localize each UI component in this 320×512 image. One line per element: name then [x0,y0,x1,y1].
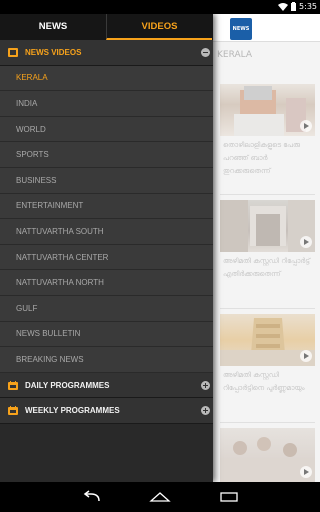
video-card[interactable]: അഴിമതി കസ്റ്റഡി റിപ്പോർട്ടിനെ പുർണ്ണമായു… [220,314,315,395]
drawer-menu: NEWS VIDEOS KERALA INDIA WORLD SPORTS BU… [0,40,213,424]
video-thumbnail [220,314,315,366]
menu-item-nattuvartha-center[interactable]: NATTUVARTHA CENTER [0,244,213,271]
status-time: 5:35 [299,2,317,11]
menu-group-label: NEWS VIDEOS [25,47,82,57]
menu-group-news-videos[interactable]: NEWS VIDEOS [0,40,213,66]
back-icon[interactable] [81,489,103,505]
menu-item-nattuvartha-south[interactable]: NATTUVARTHA SOUTH [0,219,213,245]
background-content: NEWS KERALA തൊഴിലാളികളുടെ പേരു പറഞ്ഞ് ബാ… [213,14,320,482]
menu-item-news-bulletin[interactable]: NEWS BULLETIN [0,321,213,348]
recents-icon[interactable] [218,489,240,505]
calendar-icon [8,380,18,390]
app-logo: NEWS [230,18,252,40]
play-icon[interactable] [300,466,312,478]
menu-item-kerala[interactable]: KERALA [0,65,213,92]
app-screen: 5:35 NEWS KERALA തൊഴിലാളികളുടെ പേരു പറഞ്… [0,0,320,512]
play-icon[interactable] [300,350,312,362]
expand-icon[interactable] [201,406,210,416]
video-caption: തൊഴിലാളികളുടെ പേരു പറഞ്ഞ് ബാർ തുറക്കരുതെ… [223,141,300,175]
video-card[interactable]: അഴിമതി കസ്റ്റഡി റിപ്പോർട്ട് എതിർക്കരുതെന… [220,200,315,281]
menu-group-daily-programmes[interactable]: DAILY PROGRAMMES [0,372,213,399]
menu-item-breaking-news[interactable]: BREAKING NEWS [0,347,213,373]
expand-icon[interactable] [201,380,210,390]
menu-group-weekly-programmes[interactable]: WEEKLY PROGRAMMES [0,398,213,424]
card-divider [220,422,315,423]
home-icon[interactable] [149,489,171,505]
menu-item-entertainment[interactable]: ENTERTAINMENT [0,193,213,220]
menu-item-sports[interactable]: SPORTS [0,142,213,168]
wifi-icon [278,2,289,11]
video-thumbnail [220,200,315,252]
background-section-title: KERALA [217,50,253,60]
menu-item-business[interactable]: BUSINESS [0,167,213,194]
tab-videos[interactable]: VIDEOS [106,14,212,40]
video-caption: അഴിമതി കസ്റ്റഡി റിപ്പോർട്ട് എതിർക്കരുതെന… [223,257,310,278]
drawer-tab-bar: NEWS VIDEOS [0,14,213,40]
tab-news[interactable]: NEWS [0,14,106,40]
video-card[interactable]: തൊഴിലാളികളുടെ പേരു പറഞ്ഞ് ബാർ തുറക്കരുതെ… [220,84,315,178]
navigation-drawer: NEWS VIDEOS NEWS VIDEOS KERALA INDIA WOR… [0,14,213,482]
menu-item-gulf[interactable]: GULF [0,295,213,322]
menu-item-nattuvartha-north[interactable]: NATTUVARTHA NORTH [0,270,213,296]
menu-group-label: DAILY PROGRAMMES [25,380,110,390]
logo-text: NEWS [232,26,250,32]
card-divider [220,194,315,195]
card-divider [220,308,315,309]
menu-item-world[interactable]: WORLD [0,116,213,143]
calendar-icon [8,406,18,416]
video-caption: അഴിമതി കസ്റ്റഡി റിപ്പോർട്ടിനെ പുർണ്ണമായു… [223,371,305,392]
film-icon [8,47,18,57]
video-card[interactable] [220,428,315,482]
play-icon[interactable] [300,120,312,132]
system-navigation-bar [0,482,320,512]
menu-item-india[interactable]: INDIA [0,91,213,117]
menu-group-label: WEEKLY PROGRAMMES [25,406,120,416]
background-toolbar: NEWS [213,14,320,42]
status-bar: 5:35 [0,0,320,14]
battery-icon [291,2,297,11]
video-thumbnail [220,428,315,482]
video-thumbnail [220,84,315,136]
collapse-icon[interactable] [201,48,210,57]
play-icon[interactable] [300,236,312,248]
